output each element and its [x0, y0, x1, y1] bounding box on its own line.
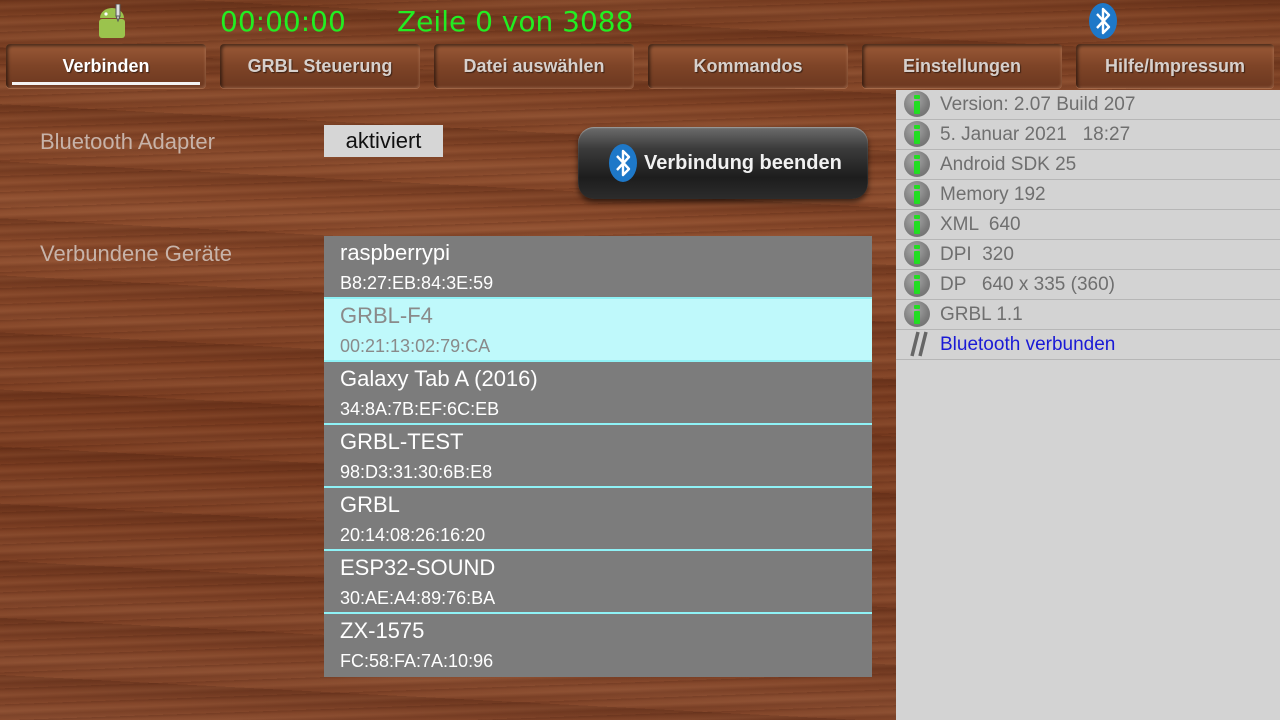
system-info-panel: Version: 2.07 Build 207 5. Januar 2021 1… — [896, 90, 1280, 720]
adapter-state-badge: aktiviert — [324, 125, 443, 157]
info-row-sdk: Android SDK 25 — [896, 150, 1280, 180]
android-app-icon — [99, 4, 125, 38]
tab-label: Datei auswählen — [463, 55, 605, 76]
device-item[interactable]: ESP32-SOUND 30:AE:A4:89:76:BA — [324, 551, 872, 614]
info-text: Memory 192 — [940, 184, 1046, 205]
info-text: DP 640 x 335 (360) — [940, 274, 1115, 295]
info-icon — [904, 121, 930, 147]
info-text: GRBL 1.1 — [940, 304, 1023, 325]
disconnect-button[interactable]: Verbindung beenden — [578, 127, 868, 199]
info-row-version: Version: 2.07 Build 207 — [896, 90, 1280, 120]
info-row-dpi: DPI 320 — [896, 240, 1280, 270]
info-row-dp: DP 640 x 335 (360) — [896, 270, 1280, 300]
tab-hilfe-impressum[interactable]: Hilfe/Impressum — [1076, 44, 1274, 88]
info-icon — [904, 241, 930, 267]
info-text: Version: 2.07 Build 207 — [940, 94, 1136, 115]
device-name: raspberrypi — [340, 240, 451, 265]
info-text: 5. Januar 2021 18:27 — [940, 124, 1131, 145]
info-icon — [904, 301, 930, 327]
info-row-date: 5. Januar 2021 18:27 — [896, 120, 1280, 150]
info-text: DPI 320 — [940, 244, 1014, 265]
device-name: GRBL — [340, 492, 400, 517]
tab-kommandos[interactable]: Kommandos — [648, 44, 848, 88]
line-progress-status: Zeile 0 von 3088 — [397, 5, 634, 38]
info-text: Android SDK 25 — [940, 154, 1077, 175]
device-item[interactable]: GRBL-TEST 98:D3:31:30:6B:E8 — [324, 425, 872, 488]
device-mac: 00:21:13:02:79:CA — [340, 336, 491, 356]
device-mac: 30:AE:A4:89:76:BA — [340, 588, 496, 608]
device-name: GRBL-TEST — [340, 429, 464, 454]
disconnect-button-label: Verbindung beenden — [644, 151, 842, 174]
info-icon — [904, 211, 930, 237]
tab-label: Kommandos — [693, 55, 803, 76]
tab-grbl-steuerung[interactable]: GRBL Steuerung — [220, 44, 420, 88]
device-name: ZX-1575 — [340, 618, 425, 643]
bluetooth-status-icon — [1089, 3, 1117, 39]
tab-einstellungen[interactable]: Einstellungen — [862, 44, 1062, 88]
info-icon — [904, 151, 930, 177]
device-list: raspberrypi B8:27:EB:84:3E:59 GRBL-F4 00… — [324, 236, 872, 677]
tab-label: GRBL Steuerung — [247, 55, 393, 76]
connected-devices-label: Verbundene Geräte — [40, 241, 233, 266]
info-row-bluetooth: Bluetooth verbunden — [896, 330, 1280, 360]
tab-label: Einstellungen — [902, 55, 1021, 76]
info-icon — [904, 181, 930, 207]
device-mac: 98:D3:31:30:6B:E8 — [340, 462, 493, 482]
info-row-memory: Memory 192 — [896, 180, 1280, 210]
device-name: Galaxy Tab A (2016) — [340, 366, 538, 391]
bluetooth-icon — [609, 144, 637, 182]
device-mac: B8:27:EB:84:3E:59 — [340, 273, 494, 293]
main-tab-bar: Verbinden GRBL Steuerung Datei auswählen… — [6, 44, 1280, 88]
slash-icon — [910, 331, 928, 357]
tab-verbinden[interactable]: Verbinden — [6, 44, 206, 88]
info-row-grbl: GRBL 1.1 — [896, 300, 1280, 330]
info-text: XML 640 — [940, 214, 1021, 235]
info-text: Bluetooth verbunden — [940, 334, 1116, 355]
active-tab-indicator — [12, 82, 200, 85]
info-icon — [904, 91, 930, 117]
device-name: ESP32-SOUND — [340, 555, 496, 580]
device-item[interactable]: raspberrypi B8:27:EB:84:3E:59 — [324, 236, 872, 299]
device-item[interactable]: ZX-1575 FC:58:FA:7A:10:96 — [324, 614, 872, 677]
tab-label: Hilfe/Impressum — [1104, 55, 1246, 76]
info-icon — [904, 271, 930, 297]
info-row-xml: XML 640 — [896, 210, 1280, 240]
elapsed-timer: 00:00:00 — [220, 5, 346, 38]
device-mac: 20:14:08:26:16:20 — [340, 525, 486, 545]
device-mac: 34:8A:7B:EF:6C:EB — [340, 399, 500, 419]
device-mac: FC:58:FA:7A:10:96 — [340, 651, 494, 671]
device-item-selected[interactable]: GRBL-F4 00:21:13:02:79:CA — [324, 299, 872, 362]
bluetooth-adapter-label: Bluetooth Adapter — [40, 129, 215, 154]
tab-datei-auswaehlen[interactable]: Datei auswählen — [434, 44, 634, 88]
device-name: GRBL-F4 — [340, 303, 433, 328]
device-item[interactable]: GRBL 20:14:08:26:16:20 — [324, 488, 872, 551]
tab-label: Verbinden — [62, 55, 150, 76]
device-item[interactable]: Galaxy Tab A (2016) 34:8A:7B:EF:6C:EB — [324, 362, 872, 425]
